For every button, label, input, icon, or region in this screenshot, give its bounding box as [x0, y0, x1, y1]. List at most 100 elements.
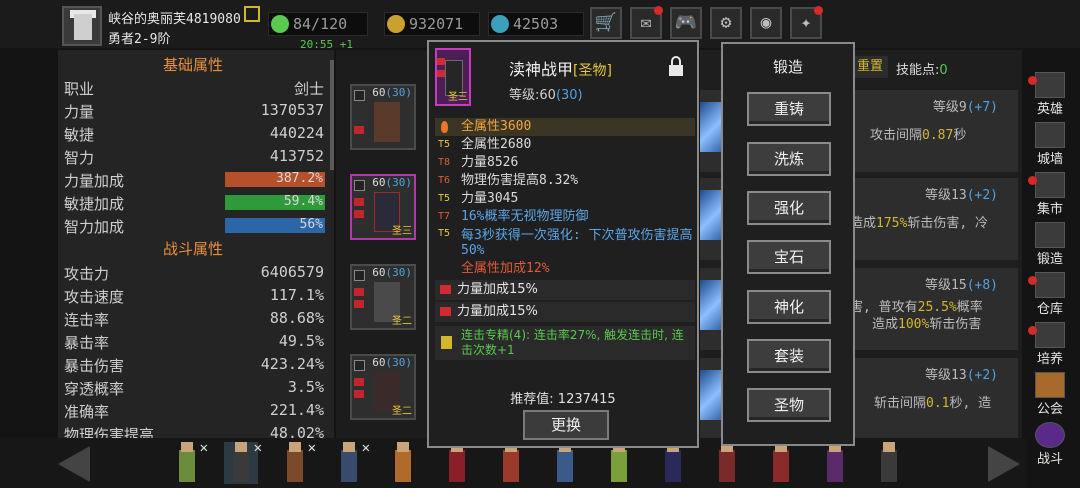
set-button[interactable]: 套装: [747, 339, 831, 373]
remove-hero-icon[interactable]: ✕: [254, 440, 262, 456]
skill-level-extra: (+2): [966, 188, 998, 203]
equipment-slot[interactable]: 60(30) 圣二: [350, 354, 416, 420]
lock-icon: [354, 360, 365, 371]
nav-label: 城墙: [1036, 152, 1063, 167]
hero-portrait[interactable]: [656, 442, 690, 484]
affix-text: 每3秒获得一次强化: 下次普攻伤害提高50%: [461, 228, 693, 258]
gem-button[interactable]: 宝石: [747, 240, 831, 274]
skill-level: 等级15(+8): [925, 274, 998, 293]
equipment-slot[interactable]: 60(30) 圣三: [350, 174, 416, 240]
hero-portrait[interactable]: ✕: [332, 440, 370, 484]
equipment-slot[interactable]: 60(30): [350, 84, 416, 150]
affix-row: T5 全属性2680: [435, 136, 695, 154]
lock-icon: [354, 270, 365, 281]
energy-counter: 84/120: [268, 12, 368, 36]
unlock-icon[interactable]: [669, 56, 683, 76]
nav-item-train[interactable]: 培养: [1026, 320, 1074, 367]
hero-portrait[interactable]: [602, 442, 636, 484]
skill-level-extra: (+7): [966, 100, 998, 115]
hero-portrait[interactable]: ✕: [170, 440, 208, 484]
hero-portrait[interactable]: [440, 442, 474, 484]
settings-button[interactable]: ⚙: [710, 7, 742, 39]
stats-scrollbar[interactable]: [330, 60, 334, 170]
ruby-gem-icon: [440, 285, 451, 294]
nav-label: 集市: [1036, 202, 1063, 217]
relic-tag: 圣二: [392, 316, 412, 327]
prev-arrow-icon[interactable]: [58, 446, 90, 482]
diamond-icon: [491, 15, 509, 33]
equipment-slot[interactable]: 60(30) 圣二: [350, 264, 416, 330]
minigame-button[interactable]: 🎮: [670, 7, 702, 39]
enhance-button[interactable]: 强化: [747, 191, 831, 225]
theme-button[interactable]: ◉: [750, 7, 782, 39]
hero-body: [233, 450, 249, 482]
hero-head: [235, 442, 247, 452]
deify-button[interactable]: 神化: [747, 290, 831, 324]
stats-panel: 基础属性 职业 剑士 力量 1370537 敏捷 440224 智力 41375…: [58, 50, 334, 488]
next-arrow-icon[interactable]: [988, 446, 1020, 482]
skill-desc: 斩击间隔0.1秒, 造: [874, 392, 991, 411]
skill-desc-text: 斩击间隔: [874, 396, 927, 411]
skill-level: 等级13(+2): [925, 364, 998, 383]
relic-button[interactable]: 圣物: [747, 388, 831, 422]
remove-hero-icon[interactable]: ✕: [308, 440, 316, 456]
combat-stats-title: 战斗属性: [162, 240, 223, 258]
item-name: 渎神战甲[圣物]: [509, 56, 612, 80]
nav-item-market[interactable]: 集市: [1026, 170, 1074, 217]
event-button[interactable]: ✦: [790, 6, 823, 39]
stat-value: 1370537: [260, 101, 324, 119]
hero-portrait[interactable]: [494, 442, 528, 484]
stat-label: 力量加成: [64, 172, 125, 190]
skill-desc: 造成100%斩击伤害: [872, 313, 981, 332]
relic-tag: 圣三: [448, 92, 468, 103]
stat-row: 暴击伤害 423.24%: [64, 353, 324, 375]
hero-portrait[interactable]: ✕: [224, 440, 262, 484]
refine-button[interactable]: 洗炼: [747, 142, 831, 176]
stat-row: 敏捷 440224: [64, 122, 324, 144]
hero-portrait[interactable]: [386, 442, 420, 484]
stat-value: 56%: [299, 217, 323, 232]
affix-tier: T7: [438, 211, 451, 222]
color-wheel-icon: ◉: [760, 12, 772, 33]
change-button[interactable]: 更换: [523, 410, 609, 440]
shop-button[interactable]: 🛒: [590, 7, 622, 39]
hero-portrait[interactable]: [872, 442, 906, 484]
affix-row: T8 力量8526: [435, 154, 695, 172]
nav-item-battle[interactable]: 战斗: [1026, 420, 1074, 467]
hero-portrait[interactable]: [764, 442, 798, 484]
edit-name-icon[interactable]: [244, 6, 260, 22]
ruby-gem-icon: [354, 390, 364, 398]
energy-value: 84/120: [293, 15, 348, 33]
nav-item-hero[interactable]: 英雄: [1026, 70, 1074, 117]
affix-row: T6 物理伤害提高8.32%: [435, 172, 695, 190]
mail-button[interactable]: ✉: [630, 6, 663, 39]
hero-body: [179, 450, 195, 482]
remove-hero-icon[interactable]: ✕: [200, 440, 208, 456]
remove-hero-icon[interactable]: ✕: [362, 440, 370, 456]
affix-tier: T5: [438, 228, 451, 239]
recommend-value: 推荐值: 1237415: [510, 392, 616, 407]
item-detail-popup: 圣三 渎神战甲[圣物] 等级:60(30) 全属性3600 T5 全属性2680 T…: [427, 40, 699, 448]
stat-label: 准确率: [64, 403, 110, 421]
hero-portrait[interactable]: ✕: [278, 440, 316, 484]
nav-item-warehouse[interactable]: 仓库: [1026, 270, 1074, 317]
hero-portrait[interactable]: [548, 442, 582, 484]
equip-level-value: 60: [372, 356, 386, 369]
skill-level: 等级9(+7): [933, 96, 998, 115]
item-quality: [圣物]: [573, 63, 612, 79]
hero-body: [449, 450, 465, 482]
reset-skills-button[interactable]: 重置: [852, 56, 888, 78]
reforge-button[interactable]: 重铸: [747, 92, 831, 126]
hero-portrait[interactable]: [818, 442, 852, 484]
stat-value: 413752: [269, 147, 324, 165]
stat-value: 117.1%: [269, 286, 324, 304]
hero-body: [773, 450, 789, 482]
skill-level: 等级13(+2): [925, 184, 998, 203]
nav-item-guild[interactable]: 公会: [1026, 370, 1074, 417]
notification-dot: [814, 6, 823, 15]
nav-item-wall[interactable]: 城墙: [1026, 120, 1074, 167]
nav-item-forge[interactable]: 锻造: [1026, 220, 1074, 267]
hero-portrait[interactable]: [710, 442, 744, 484]
player-avatar[interactable]: [62, 6, 102, 46]
affix-row: T5 力量3045: [435, 190, 695, 208]
